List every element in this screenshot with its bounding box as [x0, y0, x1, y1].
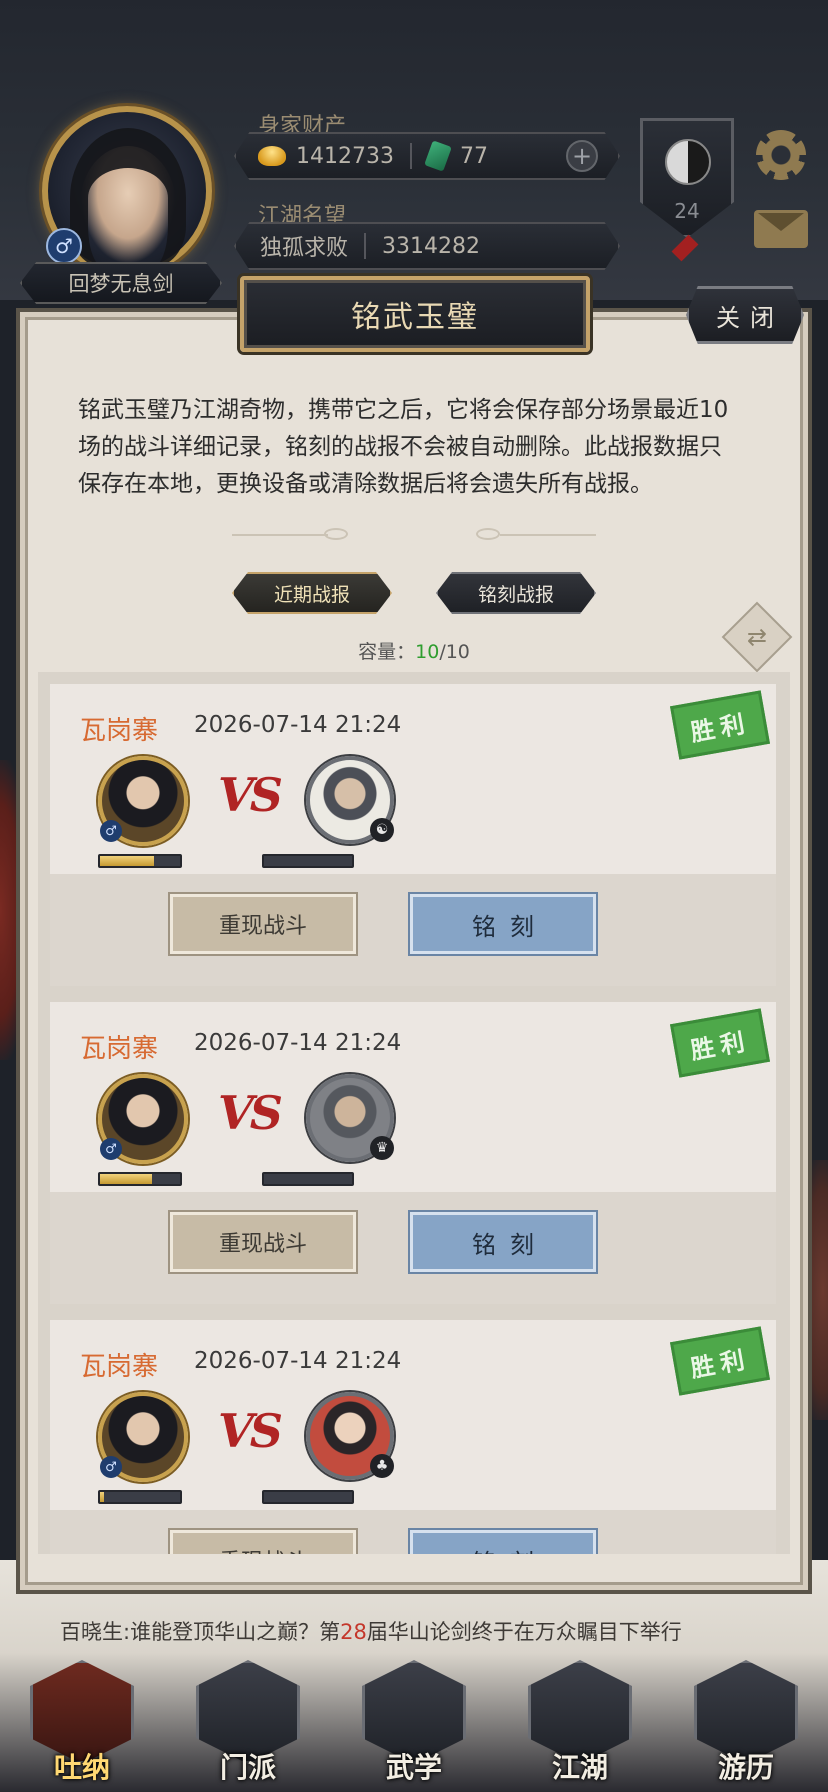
- battle-record-card: 瓦岗寨 2026-07-14 21:24 胜利 ♂ VS ☯ 重现战斗 铭刻: [50, 684, 776, 986]
- engrave-button[interactable]: 铭刻: [410, 1212, 596, 1272]
- fame-title: 独孤求败: [260, 236, 349, 261]
- jade-icon: [424, 140, 452, 172]
- engrave-button[interactable]: 铭刻: [410, 1530, 596, 1554]
- nav-item-jianghu[interactable]: 江湖: [520, 1654, 640, 1792]
- battle-location: 瓦岗寨: [80, 1034, 159, 1064]
- yinyang-icon: [665, 139, 711, 185]
- gold-amount: 1412733: [296, 143, 394, 169]
- tab-recent-reports[interactable]: 近期战报: [232, 572, 392, 614]
- battle-time: 2026-07-14 21:24: [194, 1030, 402, 1056]
- male-gender-icon: ♂: [100, 1138, 122, 1160]
- close-button[interactable]: 关闭: [686, 286, 804, 344]
- enemy-hp-bar: [262, 1172, 354, 1186]
- sect-badge-icon: ♛: [370, 1136, 394, 1160]
- jade-amount: 77: [459, 143, 488, 169]
- sect-badge-icon: ♣: [370, 1454, 394, 1478]
- ornament-divider-right: [500, 534, 596, 536]
- capacity-label: 容量：: [358, 641, 416, 663]
- battle-time: 2026-07-14 21:24: [194, 1348, 402, 1374]
- enemy-portrait: ♣: [306, 1392, 394, 1480]
- battle-location: 瓦岗寨: [80, 716, 159, 746]
- fame-value: 3314282: [382, 233, 480, 259]
- player-hp-fill: [100, 856, 155, 866]
- player-name-plate: 回梦无息剑: [20, 262, 222, 304]
- gear-icon[interactable]: [756, 130, 806, 180]
- bottom-navigation: 吐纳 门派 武学 江湖 游历: [0, 1654, 828, 1792]
- player-hp-fill: [100, 1492, 104, 1502]
- avatar-hair: [70, 128, 186, 268]
- battle-record-card: 瓦岗寨 2026-07-14 21:24 胜利 ♂ VS ♛ 重现战斗 铭刻: [50, 1002, 776, 1304]
- nav-label: 门派: [219, 1751, 276, 1784]
- divider: [364, 233, 367, 259]
- capacity-used: 10: [415, 641, 440, 663]
- player-hp-bar: [98, 1172, 182, 1186]
- fame-bar: 独孤求败 3314282: [234, 222, 620, 270]
- battle-location: 瓦岗寨: [80, 1352, 159, 1382]
- marquee-prefix: 百晓生:谁能登顶华山之巅？第: [60, 1620, 341, 1644]
- panel-title: 铭武玉璧: [240, 276, 590, 352]
- marquee-suffix: 届华山论剑终于在万众瞩目下举行: [366, 1620, 682, 1644]
- panel-intro-text: 铭武玉璧乃江湖奇物，携带它之后，它将会保存部分场景最近10场的战斗详细记录，铭刻…: [78, 397, 729, 497]
- player-portrait: ♂: [98, 1074, 188, 1164]
- vs-label: VS: [218, 1086, 283, 1140]
- nav-label: 武学: [385, 1751, 442, 1784]
- male-gender-icon: ♂: [100, 820, 122, 842]
- nav-label: 江湖: [551, 1751, 608, 1784]
- male-gender-icon: ♂: [46, 228, 82, 264]
- enemy-portrait: ♛: [306, 1074, 394, 1162]
- nav-item-sect[interactable]: 门派: [188, 1654, 308, 1792]
- nav-label: 吐纳: [53, 1751, 110, 1784]
- player-portrait: ♂: [98, 1392, 188, 1482]
- vs-label: VS: [218, 768, 283, 822]
- replay-battle-button[interactable]: 重现战斗: [170, 1212, 356, 1272]
- replay-battle-button[interactable]: 重现战斗: [170, 1530, 356, 1554]
- ornament-swirl-left: [324, 528, 348, 540]
- player-hp-fill: [100, 1174, 152, 1184]
- wealth-bar: 1412733 77 +: [234, 132, 620, 180]
- mail-icon[interactable]: [754, 210, 808, 248]
- ornament-swirl-right: [476, 528, 500, 540]
- marquee-number: 28: [340, 1620, 367, 1644]
- sect-badge-icon: ☯: [370, 818, 394, 842]
- ornament-divider-left: [232, 534, 328, 536]
- news-marquee: 百晓生:谁能登顶华山之巅？第28届华山论剑终于在万众瞩目下举行: [60, 1616, 682, 1646]
- battle-record-list[interactable]: 瓦岗寨 2026-07-14 21:24 胜利 ♂ VS ☯ 重现战斗 铭刻 瓦…: [38, 672, 790, 1554]
- gold-ingot-icon: [258, 146, 286, 166]
- battle-time: 2026-07-14 21:24: [194, 712, 402, 738]
- enemy-hp-bar: [262, 854, 354, 868]
- engrave-button[interactable]: 铭刻: [410, 894, 596, 954]
- nav-item-martial-arts[interactable]: 武学: [354, 1654, 474, 1792]
- vs-label: VS: [218, 1404, 283, 1458]
- nav-label: 游历: [717, 1751, 774, 1784]
- capacity-total: /10: [439, 641, 470, 663]
- enemy-portrait: ☯: [306, 756, 394, 844]
- player-hp-bar: [98, 1490, 182, 1504]
- male-gender-icon: ♂: [100, 1456, 122, 1478]
- nav-item-travel[interactable]: 游历: [686, 1654, 806, 1792]
- battle-record-card: 瓦岗寨 2026-07-14 21:24 胜利 ♂ VS ♣ 重现战斗 铭刻: [50, 1320, 776, 1554]
- nav-item-meditate[interactable]: 吐纳: [22, 1654, 142, 1792]
- player-hp-bar: [98, 854, 182, 868]
- enemy-hp-bar: [262, 1490, 354, 1504]
- divider: [409, 143, 412, 169]
- replay-battle-button[interactable]: 重现战斗: [170, 894, 356, 954]
- player-portrait: ♂: [98, 756, 188, 846]
- add-currency-button[interactable]: +: [566, 140, 598, 172]
- capacity-indicator: 容量：10/10: [0, 637, 828, 664]
- tab-engraved-reports[interactable]: 铭刻战报: [436, 572, 596, 614]
